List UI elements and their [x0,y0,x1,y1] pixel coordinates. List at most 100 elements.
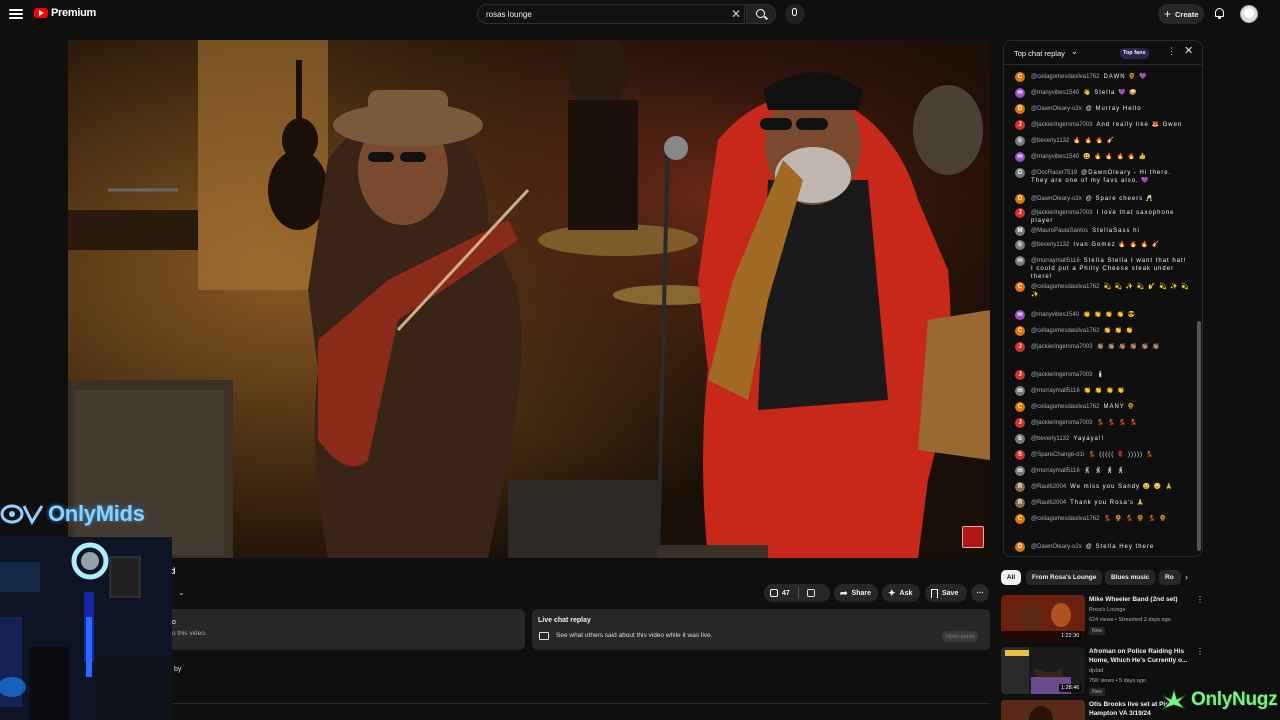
chat-author-name[interactable]: @murraymall5116 [1031,258,1080,264]
chat-author-name[interactable]: @jackieringersma7003 [1031,372,1092,378]
share-button[interactable]: ➦ Share [834,584,878,602]
description-box[interactable]: o o this video. [172,609,525,650]
chat-author-name[interactable]: @Raul62004 [1031,500,1066,506]
recommendation-channel[interactable]: Rosa's Lounge [1089,607,1126,613]
more-vertical-icon[interactable]: ⋮ [1167,46,1176,57]
description-line-2: o this video. [172,630,207,637]
chat-message-body: @jackieringersma7003 And really like 🦊 Gw… [1031,121,1191,129]
chat-author-name[interactable]: @jackieringersma7003 [1031,122,1092,128]
chat-author-name[interactable]: @SpareChange-d1i [1031,452,1084,458]
chip-all[interactable]: All [1001,570,1021,585]
chat-author-name[interactable]: @DawnOleary-o2x [1031,196,1082,202]
chat-author-avatar[interactable]: R [1015,498,1025,508]
ask-button[interactable]: ✦ Ask [882,584,920,602]
chat-author-avatar[interactable]: J [1015,342,1025,352]
chat-author-name[interactable]: @beverly1132 [1031,242,1069,248]
search-input[interactable]: rosas lounge [477,4,745,24]
like-icon[interactable] [770,589,778,597]
save-button[interactable]: Save [925,584,967,602]
chat-author-avatar[interactable]: m [1015,256,1025,266]
chat-author-name[interactable]: @murraymall5116 [1031,388,1080,394]
chat-author-name[interactable]: @celiagomesdasilva1762 [1031,284,1099,290]
chat-author-avatar[interactable]: J [1015,120,1025,130]
chat-message-text: 💃 💃 💃 💃 [1096,420,1139,426]
open-panel-button[interactable]: Open panel [942,631,978,642]
video-player[interactable] [68,40,990,558]
notifications-bell-icon[interactable] [1214,7,1225,19]
chat-author-name[interactable]: @beverly1132 [1031,138,1069,144]
chat-author-name[interactable]: @jackieringersma7003 [1031,344,1092,350]
chat-author-avatar[interactable]: M [1015,226,1025,236]
chat-author-avatar[interactable]: D [1015,168,1025,178]
chat-author-name[interactable]: @celiagomesdasilva1762 [1031,328,1099,334]
recommendation-title[interactable]: Afroman on Police Raiding His Home, Whic… [1089,647,1191,665]
chat-author-name[interactable]: @celiagomesdasilva1762 [1031,404,1099,410]
chat-author-avatar[interactable]: m [1015,466,1025,476]
create-button[interactable]: + Create [1158,4,1204,24]
chevron-right-icon[interactable]: › [1185,572,1188,582]
youtube-logo[interactable]: Premium [34,7,96,19]
chat-author-avatar[interactable]: m [1015,310,1025,320]
like-count[interactable]: 47 [782,590,790,597]
chip-blues-music[interactable]: Blues music [1105,570,1156,585]
clear-search-icon[interactable]: ✕ [729,6,743,22]
chat-author-name[interactable]: @MauroPaulaSantos [1031,228,1088,234]
chat-author-name[interactable]: @celiagomesdasilva1762 [1031,516,1099,522]
chat-author-name[interactable]: @Raul62004 [1031,484,1066,490]
chat-author-avatar[interactable]: b [1015,434,1025,444]
chat-author-avatar[interactable]: m [1015,152,1025,162]
chat-author-name[interactable]: @DocRacer7519 [1031,170,1077,176]
chat-author-name[interactable]: @manyvibes1540 [1031,90,1079,96]
channel-watermark-logo[interactable] [962,526,984,548]
chat-author-name[interactable]: @DawnOleary-o2x [1031,544,1082,550]
chat-author-avatar[interactable]: J [1015,418,1025,428]
chat-author-avatar[interactable]: b [1015,136,1025,146]
chip-from-rosas-lounge[interactable]: From Rosa's Lounge [1026,570,1103,585]
chat-author-avatar[interactable]: J [1015,370,1025,380]
chat-author-avatar[interactable]: D [1015,542,1025,552]
chat-author-avatar[interactable]: S [1015,450,1025,460]
chevron-down-icon[interactable]: ⌄ [178,588,185,597]
chat-author-avatar[interactable]: D [1015,194,1025,204]
chat-author-avatar[interactable]: R [1015,482,1025,492]
chat-author-avatar[interactable]: D [1015,104,1025,114]
search-button[interactable] [746,4,776,24]
chat-message-body: @jackieringersma7003 I love that saxophon… [1031,209,1191,225]
chat-author-avatar[interactable]: C [1015,402,1025,412]
chat-author-avatar[interactable]: C [1015,326,1025,336]
chip-partial[interactable]: Ro [1159,570,1181,585]
search-value: rosas lounge [486,9,532,19]
recommendation-channel[interactable]: djvlad [1089,668,1103,674]
video-thumbnail[interactable] [1001,700,1085,720]
recommendation-title[interactable]: Mike Wheeler Band (2nd set) [1089,595,1191,604]
chat-author-avatar[interactable]: C [1015,282,1025,292]
hamburger-menu-icon[interactable] [8,6,24,22]
chat-author-name[interactable]: @manyvibes1540 [1031,312,1079,318]
chat-author-name[interactable]: @murraymall5116 [1031,468,1080,474]
chat-author-avatar[interactable]: C [1015,514,1025,524]
chat-author-avatar[interactable]: J [1015,208,1025,218]
chat-author-avatar[interactable]: b [1015,240,1025,250]
chevron-down-icon[interactable]: ⌄ [1071,47,1078,56]
chat-author-avatar[interactable]: m [1015,386,1025,396]
close-icon[interactable]: ✕ [1184,44,1193,57]
more-vertical-icon[interactable]: ⋮ [1196,647,1204,656]
chat-author-name[interactable]: @DawnOleary-o2x [1031,106,1082,112]
voice-search-button[interactable] [785,4,805,24]
dislike-icon[interactable] [806,589,815,597]
chat-author-avatar[interactable]: C [1015,72,1025,82]
chat-author-name[interactable]: @manyvibes1540 [1031,154,1079,160]
chat-mode-selector[interactable]: Top chat replay [1014,49,1065,58]
chat-author-name[interactable]: @jackieringersma7003 [1031,210,1092,216]
chat-message-list[interactable]: C @celiagomesdasilva1762 DAWN 🌻 💜 m @manyvib… [1004,69,1194,555]
more-vertical-icon[interactable]: ⋮ [1196,595,1204,604]
top-fans-badge[interactable]: Top fans [1120,48,1149,59]
chat-author-name[interactable]: @jackieringersma7003 [1031,420,1092,426]
more-actions-button[interactable]: ⋯ [971,584,989,602]
recommendation-item[interactable]: 1:22:30 Mike Wheeler Band (2nd set) Rosa… [1001,595,1204,645]
chat-scrollbar[interactable] [1197,321,1201,551]
chat-author-name[interactable]: @celiagomesdasilva1762 [1031,74,1099,80]
account-avatar[interactable] [1240,5,1258,23]
chat-author-avatar[interactable]: m [1015,88,1025,98]
chat-author-name[interactable]: @beverly1132 [1031,436,1069,442]
